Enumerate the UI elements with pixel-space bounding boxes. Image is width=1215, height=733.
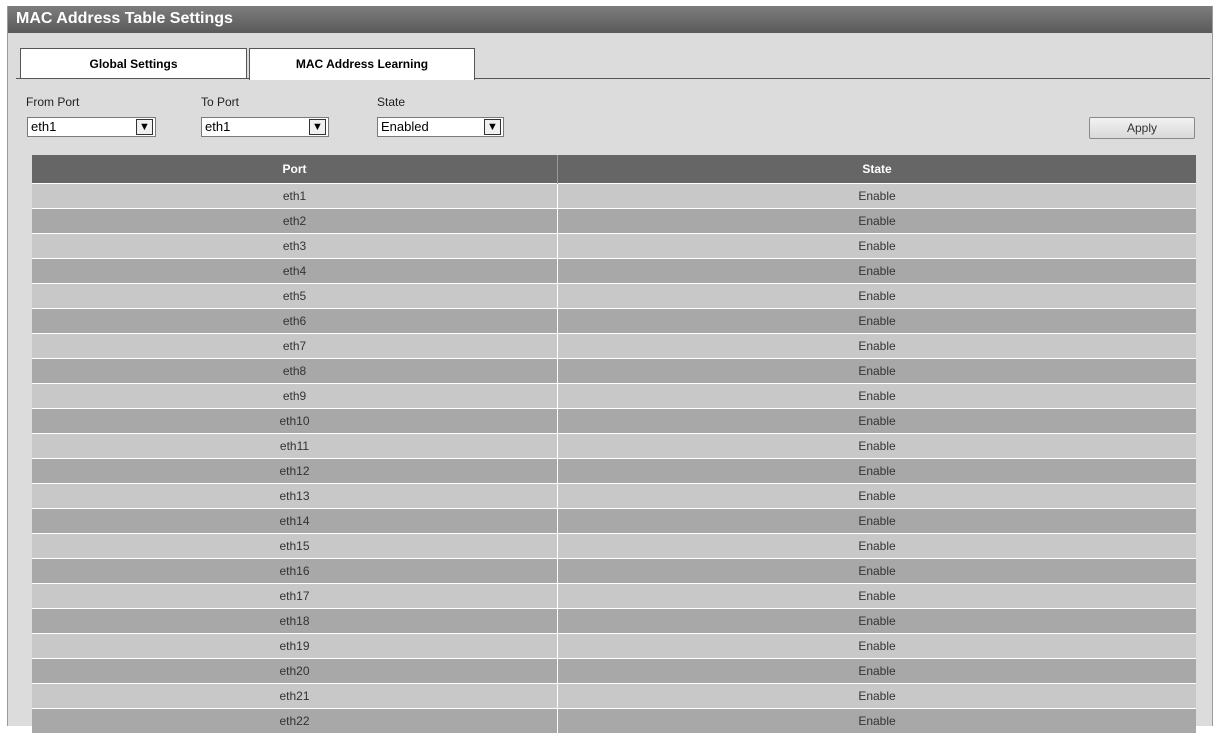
table-row: eth3Enable [32,234,1196,259]
table-row: eth12Enable [32,459,1196,484]
apply-button[interactable]: Apply [1089,117,1195,139]
state-cell: Enable [558,684,1197,709]
tab-mac-address-learning[interactable]: MAC Address Learning [249,48,475,80]
state-cell: Enable [558,484,1197,509]
state-cell: Enable [558,434,1197,459]
port-cell: eth1 [32,184,558,209]
port-cell: eth17 [32,584,558,609]
state-cell: Enable [558,659,1197,684]
to-port-select[interactable]: eth1 ▼ [201,117,329,137]
tab-global-settings[interactable]: Global Settings [20,48,247,79]
state-cell: Enable [558,709,1197,733]
table-row: eth22Enable [32,709,1196,733]
port-cell: eth20 [32,659,558,684]
state-value: Enabled [381,119,429,134]
port-cell: eth3 [32,234,558,259]
port-cell: eth10 [32,409,558,434]
table-row: eth21Enable [32,684,1196,709]
port-cell: eth5 [32,284,558,309]
state-cell: Enable [558,184,1197,209]
to-port-label: To Port [201,95,239,109]
table-row: eth19Enable [32,634,1196,659]
state-cell: Enable [558,359,1197,384]
to-port-value: eth1 [205,119,230,134]
table-row: eth9Enable [32,384,1196,409]
table-row: eth6Enable [32,309,1196,334]
state-cell: Enable [558,234,1197,259]
table-row: eth16Enable [32,559,1196,584]
from-port-select[interactable]: eth1 ▼ [27,117,156,137]
chevron-down-icon[interactable]: ▼ [136,119,153,135]
port-cell: eth12 [32,459,558,484]
chevron-down-icon[interactable]: ▼ [309,119,326,135]
table-row: eth11Enable [32,434,1196,459]
state-cell: Enable [558,334,1197,359]
state-cell: Enable [558,534,1197,559]
table-row: eth13Enable [32,484,1196,509]
state-cell: Enable [558,509,1197,534]
table-row: eth2Enable [32,209,1196,234]
port-cell: eth14 [32,509,558,534]
state-cell: Enable [558,634,1197,659]
state-cell: Enable [558,559,1197,584]
from-port-label: From Port [26,95,79,109]
chevron-down-icon[interactable]: ▼ [484,119,501,135]
state-column-header: State [558,155,1197,184]
table-row: eth10Enable [32,409,1196,434]
state-cell: Enable [558,409,1197,434]
state-cell: Enable [558,609,1197,634]
state-cell: Enable [558,384,1197,409]
state-select[interactable]: Enabled ▼ [377,117,504,137]
table-row: eth4Enable [32,259,1196,284]
tab-divider [16,78,1210,79]
table-row: eth8Enable [32,359,1196,384]
port-cell: eth21 [32,684,558,709]
port-cell: eth8 [32,359,558,384]
port-column-header: Port [32,155,558,184]
table-row: eth1Enable [32,184,1196,209]
table-row: eth15Enable [32,534,1196,559]
table-row: eth17Enable [32,584,1196,609]
state-cell: Enable [558,584,1197,609]
port-cell: eth19 [32,634,558,659]
state-label: State [377,95,405,109]
port-cell: eth4 [32,259,558,284]
port-cell: eth6 [32,309,558,334]
table-row: eth18Enable [32,609,1196,634]
port-cell: eth18 [32,609,558,634]
state-cell: Enable [558,459,1197,484]
port-cell: eth15 [32,534,558,559]
port-cell: eth16 [32,559,558,584]
port-cell: eth11 [32,434,558,459]
port-cell: eth9 [32,384,558,409]
table-row: eth5Enable [32,284,1196,309]
from-port-value: eth1 [31,119,56,134]
port-cell: eth7 [32,334,558,359]
table-row: eth20Enable [32,659,1196,684]
table-row: eth14Enable [32,509,1196,534]
port-cell: eth22 [32,709,558,733]
state-cell: Enable [558,309,1197,334]
table-header-row: Port State [32,155,1196,184]
state-cell: Enable [558,209,1197,234]
state-cell: Enable [558,284,1197,309]
state-cell: Enable [558,259,1197,284]
port-cell: eth13 [32,484,558,509]
page-title: MAC Address Table Settings [8,6,1212,33]
table-row: eth7Enable [32,334,1196,359]
port-cell: eth2 [32,209,558,234]
port-state-table: Port State eth1Enableeth2Enableeth3Enabl… [32,155,1196,733]
mac-address-table-panel: MAC Address Table Settings Global Settin… [7,6,1213,726]
